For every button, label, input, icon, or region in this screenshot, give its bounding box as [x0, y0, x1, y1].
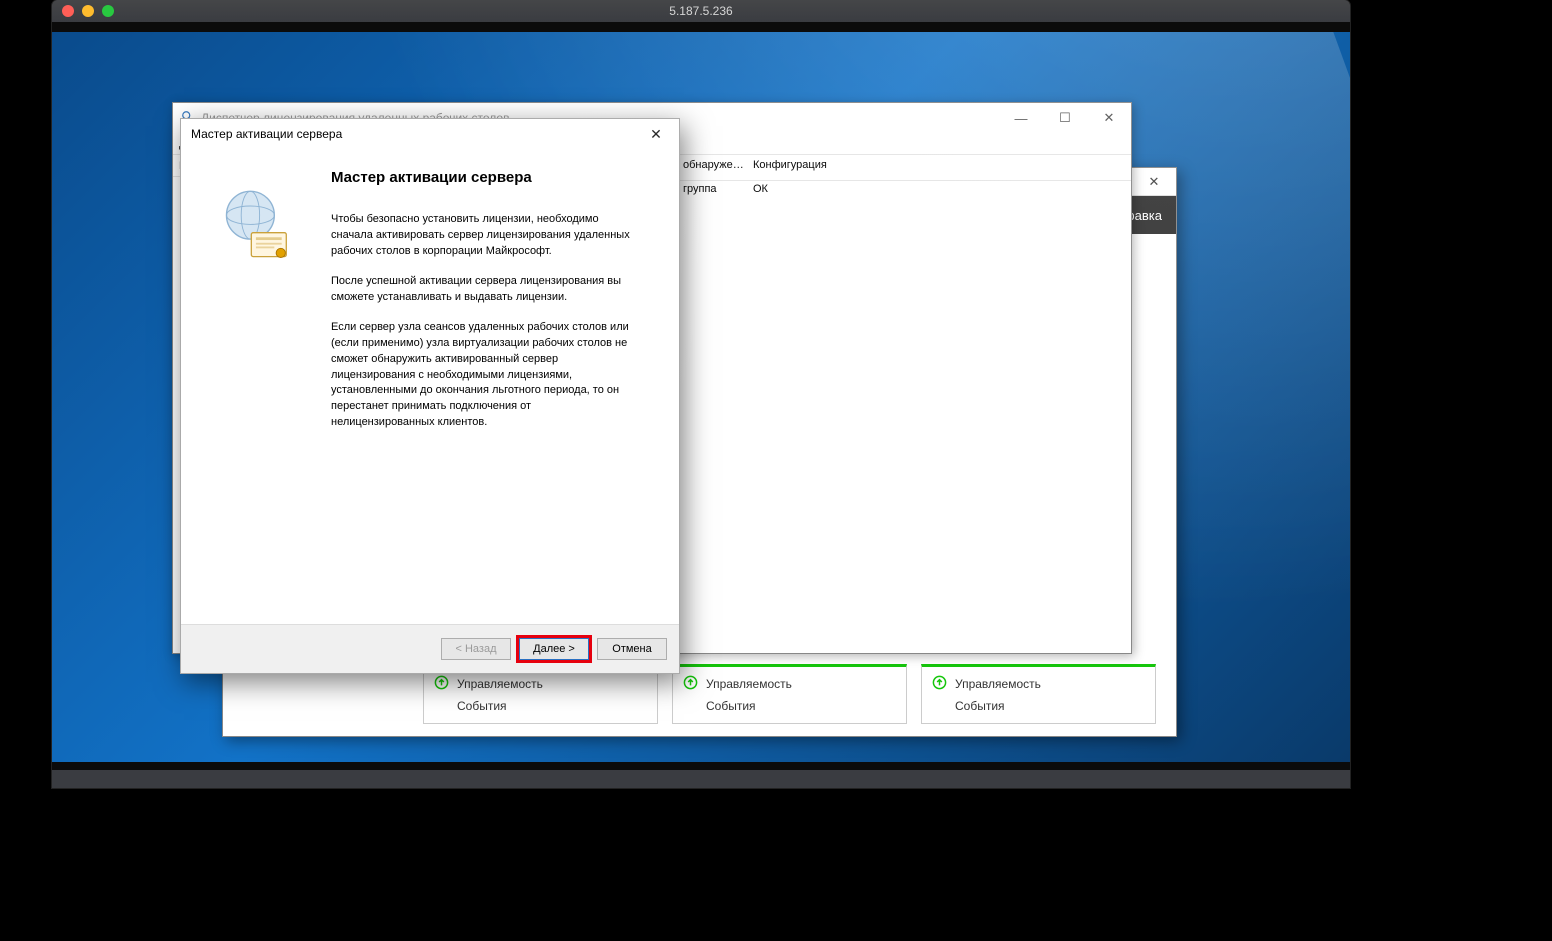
minimize-button[interactable]: —	[999, 103, 1043, 133]
globe-certificate-icon	[209, 183, 301, 275]
close-button[interactable]: ✕	[1087, 103, 1131, 133]
windows-desktop[interactable]: ✕ правка Управляемость	[52, 32, 1350, 762]
wizard-illustration	[181, 149, 329, 624]
tile-line2: События	[706, 699, 756, 713]
license-manager-columns: обнаруже… Конфигурация	[673, 155, 1131, 181]
cell-status: ОК	[743, 181, 778, 203]
maximize-button[interactable]: ☐	[1043, 103, 1087, 133]
arrow-up-icon	[932, 675, 947, 693]
wizard-window-title: Мастер активации сервера	[191, 127, 342, 141]
license-manager-row[interactable]: группа ОК	[673, 181, 1131, 203]
tile-line1: Управляемость	[706, 677, 792, 691]
wizard-paragraph: Чтобы безопасно установить лицензии, нео…	[331, 212, 631, 260]
dashboard-tile[interactable]: Управляемость События	[921, 664, 1156, 724]
column-header[interactable]: Конфигурация	[743, 155, 837, 180]
mac-horizontal-scrollbar[interactable]	[52, 770, 1350, 788]
dashboard-tile[interactable]: Управляемость События	[672, 664, 907, 724]
mac-titlebar[interactable]: 5.187.5.236	[52, 0, 1350, 22]
wizard-paragraph: После успешной активации сервера лицензи…	[331, 274, 631, 306]
wizard-close-button[interactable]: ✕	[643, 121, 669, 147]
tile-line2: События	[955, 699, 1005, 713]
cancel-button[interactable]: Отмена	[597, 638, 667, 660]
server-manager-close-button[interactable]: ✕	[1132, 168, 1176, 196]
mac-window: 5.187.5.236 ✕ правка	[52, 0, 1350, 788]
tile-line2: События	[457, 699, 507, 713]
wizard-paragraph: Если сервер узла сеансов удаленных рабоч…	[331, 320, 631, 432]
tile-line1: Управляемость	[955, 677, 1041, 691]
back-button: < Назад	[441, 638, 511, 660]
arrow-up-icon	[683, 675, 698, 693]
arrow-up-icon	[434, 675, 449, 693]
activation-wizard-dialog[interactable]: Мастер активации сервера ✕	[180, 118, 680, 674]
wizard-heading: Мастер активации сервера	[331, 169, 653, 186]
wizard-content: Мастер активации сервера Чтобы безопасно…	[329, 149, 679, 624]
wizard-titlebar[interactable]: Мастер активации сервера ✕	[181, 119, 679, 149]
remote-viewport: ✕ правка Управляемость	[52, 22, 1350, 770]
next-button[interactable]: Далее >	[519, 638, 589, 660]
tile-line1: Управляемость	[457, 677, 543, 691]
wizard-button-row: < Назад Далее > Отмена	[181, 625, 679, 673]
mac-window-title: 5.187.5.236	[52, 4, 1350, 18]
column-header[interactable]: обнаруже…	[673, 155, 743, 180]
cell-group: группа	[673, 181, 743, 203]
